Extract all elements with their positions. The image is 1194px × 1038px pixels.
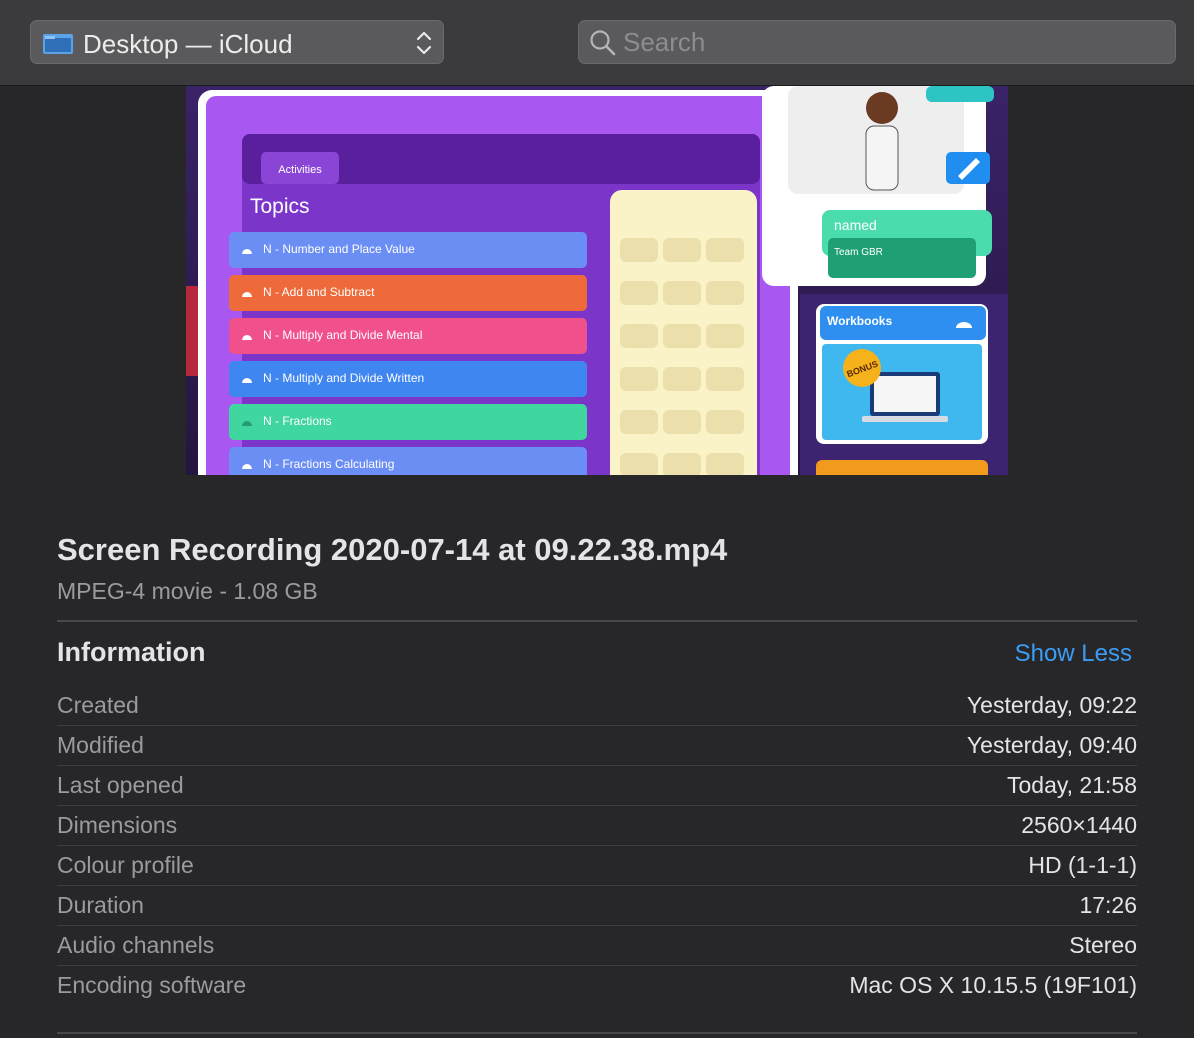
topic-label: N - Multiply and Divide Written	[263, 371, 424, 385]
info-row-modified: Modified Yesterday, 09:40	[57, 726, 1137, 766]
information-heading: Information	[57, 637, 206, 667]
info-key: Audio channels	[57, 932, 215, 958]
info-value: 17:26	[1079, 892, 1137, 918]
toolbar: Desktop — iCloud	[0, 0, 1194, 86]
team-label: Team GBR	[834, 247, 883, 258]
info-key: Colour profile	[57, 852, 194, 878]
video-preview[interactable]: Activities Topics N - Number and Place V…	[186, 86, 1008, 475]
info-key: Modified	[57, 732, 144, 758]
topic-row: N - Add and Subtract	[229, 275, 587, 311]
info-value: Today, 21:58	[1006, 772, 1137, 798]
show-less-button[interactable]: Show Less	[1015, 640, 1132, 668]
topic-row: N - Multiply and Divide Written	[229, 361, 587, 397]
info-value: Mac OS X 10.15.5 (19F101)	[849, 972, 1137, 998]
tab-activities-label: Activities	[278, 164, 322, 176]
info-row-last-opened: Last opened Today, 21:58	[57, 766, 1137, 806]
topic-label: N - Multiply and Divide Mental	[263, 328, 422, 342]
topics-heading: Topics	[250, 195, 310, 218]
info-key: Duration	[57, 892, 144, 918]
info-row-duration: Duration 17:26	[57, 886, 1137, 926]
file-name: Screen Recording 2020-07-14 at 09.22.38.…	[57, 532, 728, 567]
info-key: Encoding software	[57, 972, 247, 998]
topic-label: N - Number and Place Value	[263, 242, 415, 256]
chevron-up-down-icon	[416, 31, 432, 55]
info-row-created: Created Yesterday, 09:22	[57, 686, 1137, 726]
named-label: named	[834, 217, 877, 233]
topic-row: N - Multiply and Divide Mental	[229, 318, 587, 354]
location-label: Desktop — iCloud	[83, 29, 293, 59]
divider	[57, 1032, 1137, 1034]
file-kind-size: MPEG-4 movie - 1.08 GB	[57, 578, 318, 604]
info-key: Dimensions	[57, 812, 178, 838]
topic-row: N - Fractions	[229, 404, 587, 440]
search-field[interactable]	[578, 20, 1176, 64]
folder-icon	[43, 34, 73, 54]
video-frame: Activities Topics N - Number and Place V…	[186, 86, 1008, 475]
topic-label: N - Fractions	[263, 414, 332, 428]
topic-row: N - Number and Place Value	[229, 232, 587, 268]
info-value: Stereo	[1069, 932, 1137, 958]
info-value: 2560×1440	[1021, 812, 1137, 838]
info-key: Created	[57, 692, 139, 718]
info-row-audio-channels: Audio channels Stereo	[57, 926, 1137, 966]
search-icon	[590, 30, 616, 56]
information-list: Created Yesterday, 09:22 Modified Yester…	[57, 686, 1137, 1006]
search-input[interactable]	[623, 21, 1163, 63]
topic-row: N - Fractions Calculating	[229, 447, 587, 475]
info-row-colour-profile: Colour profile HD (1-1-1)	[57, 846, 1137, 886]
info-key: Last opened	[57, 772, 184, 798]
info-row-dimensions: Dimensions 2560×1440	[57, 806, 1137, 846]
info-value: Yesterday, 09:22	[966, 692, 1137, 718]
info-value: HD (1-1-1)	[1028, 852, 1137, 878]
workbooks-label: Workbooks	[827, 314, 892, 328]
info-row-encoding-software: Encoding software Mac OS X 10.15.5 (19F1…	[57, 966, 1137, 1006]
info-value: Yesterday, 09:40	[966, 732, 1137, 758]
divider	[57, 620, 1137, 622]
topic-label: N - Add and Subtract	[263, 285, 375, 299]
topic-label: N - Fractions Calculating	[263, 457, 394, 471]
location-popup[interactable]: Desktop — iCloud	[30, 20, 444, 64]
